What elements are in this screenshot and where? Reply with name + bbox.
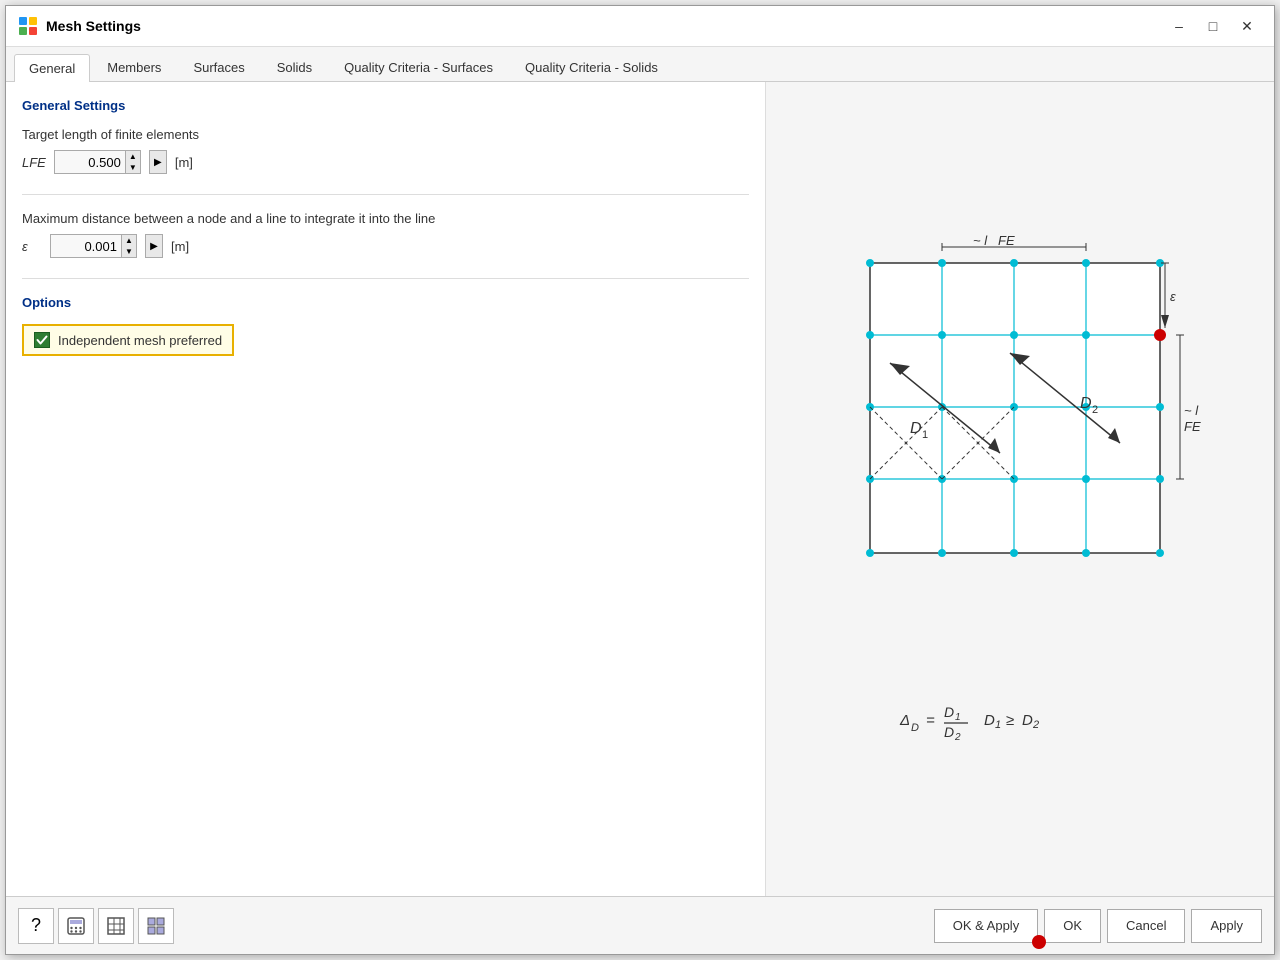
svg-text:D: D [944,724,954,740]
svg-text:2: 2 [954,732,961,743]
independent-mesh-checkbox[interactable] [34,332,50,348]
eps-unit: [m] [171,239,189,254]
eps-spin-down[interactable]: ▼ [122,246,136,257]
ok-apply-button[interactable]: OK & Apply [934,909,1038,943]
mesh-tool-icon [106,916,126,936]
title-bar: Mesh Settings – □ ✕ [6,6,1274,47]
svg-text:D: D [1080,395,1092,412]
mesh-settings-dialog: Mesh Settings – □ ✕ General Members Surf… [5,5,1275,955]
close-button[interactable]: ✕ [1232,14,1262,38]
lfe-field-group: Target length of finite elements LFE ▲ ▼… [22,127,749,174]
diagram-container: D 1 D 2 ~ l FE ~ l FE [810,233,1230,746]
lfe-spin-input: ▲ ▼ [54,150,141,174]
app-icon [18,16,38,36]
svg-text:1: 1 [955,712,961,723]
svg-text:1: 1 [922,429,928,441]
independent-mesh-label: Independent mesh preferred [58,333,222,348]
lfe-description: Target length of finite elements [22,127,749,142]
ok-button[interactable]: OK [1044,909,1101,943]
lfe-prefix: LFE [22,155,46,170]
svg-text:~ l: ~ l [1184,403,1199,418]
svg-text:≥: ≥ [1006,712,1014,729]
tab-solids[interactable]: Solids [262,53,327,81]
svg-text:2: 2 [1092,404,1098,416]
separator-2 [22,278,749,279]
left-panel: General Settings Target length of finite… [6,82,766,896]
maximize-button[interactable]: □ [1198,14,1228,38]
eps-field-group: Maximum distance between a node and a li… [22,211,749,258]
eps-prefix: ε [22,239,42,254]
independent-mesh-checkbox-row[interactable]: Independent mesh preferred [22,324,234,356]
diagram-formula: Δ D = D 1 D 2 D 1 ≥ D 2 [890,693,1150,746]
svg-text:ε: ε [1170,289,1176,304]
general-settings-title: General Settings [22,98,749,113]
lfe-unit: [m] [175,155,193,170]
title-bar-left: Mesh Settings [18,16,141,36]
right-panel: D 1 D 2 ~ l FE ~ l FE [766,82,1274,896]
svg-text:D: D [1022,712,1033,729]
eps-spin-input: ▲ ▼ [50,234,137,258]
help-button[interactable]: ? [18,908,54,944]
bottom-actions: OK & Apply OK Cancel Apply [934,909,1262,943]
lfe-spin-buttons: ▲ ▼ [125,151,140,173]
minimize-button[interactable]: – [1164,14,1194,38]
svg-text:D: D [944,704,954,720]
bottom-bar: ? [6,896,1274,954]
svg-text:1: 1 [995,719,1001,731]
ok-apply-indicator [1032,935,1046,949]
eps-row: ε ▲ ▼ ▶ [m] [22,234,749,258]
apply-button[interactable]: Apply [1191,909,1262,943]
options-title: Options [22,295,749,310]
svg-text:FE: FE [998,233,1015,248]
svg-text:2: 2 [1032,719,1039,731]
lfe-spin-up[interactable]: ▲ [126,151,140,162]
tab-members[interactable]: Members [92,53,176,81]
lfe-spin-down[interactable]: ▼ [126,162,140,173]
lfe-value-input[interactable] [55,155,125,170]
tabs-bar: General Members Surfaces Solids Quality … [6,47,1274,82]
eps-spin-buttons: ▲ ▼ [121,235,136,257]
lfe-arrow-btn[interactable]: ▶ [149,150,167,174]
tab-qc-surfaces[interactable]: Quality Criteria - Surfaces [329,53,508,81]
mesh-diagram-svg: D 1 D 2 ~ l FE ~ l FE [810,233,1230,673]
formula-svg: Δ D = D 1 D 2 D 1 ≥ D 2 [890,693,1150,743]
svg-text:~ l: ~ l [973,233,988,248]
svg-text:FE: FE [1184,419,1201,434]
svg-text:=: = [926,712,935,729]
eps-value-input[interactable] [51,239,121,254]
calculator-icon [66,916,86,936]
ok-apply-wrap: OK & Apply [934,909,1038,943]
tab-qc-solids[interactable]: Quality Criteria - Solids [510,53,673,81]
lfe-row: LFE ▲ ▼ ▶ [m] [22,150,749,174]
cancel-button[interactable]: Cancel [1107,909,1185,943]
tab-surfaces[interactable]: Surfaces [178,53,259,81]
calculator-button[interactable] [58,908,94,944]
eps-spin-up[interactable]: ▲ [122,235,136,246]
tab-general[interactable]: General [14,54,90,82]
window-title: Mesh Settings [46,18,141,34]
title-controls: – □ ✕ [1164,14,1262,38]
checkmark-icon [36,334,48,346]
settings-tool-icon [146,916,166,936]
mesh-tool-button[interactable] [98,908,134,944]
svg-text:D: D [910,420,922,437]
main-content: General Settings Target length of finite… [6,82,1274,896]
settings-tool-button[interactable] [138,908,174,944]
bottom-icons: ? [18,908,174,944]
svg-text:Δ: Δ [899,712,910,729]
eps-description: Maximum distance between a node and a li… [22,211,749,226]
svg-text:D: D [911,722,919,734]
svg-text:D: D [984,712,995,729]
eps-arrow-btn[interactable]: ▶ [145,234,163,258]
separator-1 [22,194,749,195]
